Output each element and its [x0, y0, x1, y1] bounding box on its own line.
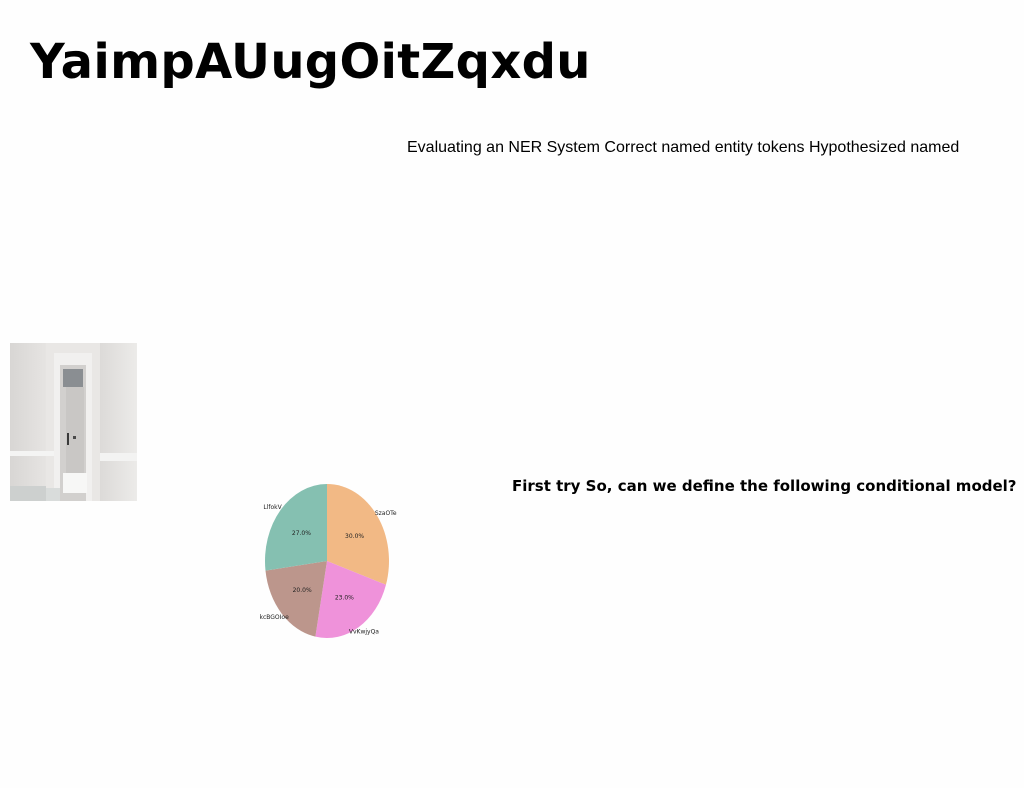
doorway-photo — [10, 343, 137, 501]
slide-title: YaimpAUugOitZqxdu — [30, 34, 591, 90]
pie-category-label: kcBGOIoe — [259, 614, 289, 621]
pie-chart: 30.0% SzaOTe 23.0% VvKwjyQa 20.0% kcBGOIoe 27.… — [259, 484, 397, 638]
pie-category-label: VvKwjyQa — [349, 628, 379, 635]
pie-percent-label: 30.0% — [345, 533, 364, 540]
pie-category-label: LlfokV — [263, 504, 282, 511]
pie-percent-label: 20.0% — [293, 587, 312, 594]
pie-percent-label: 27.0% — [292, 530, 311, 537]
pie-slice-LlfokV — [265, 484, 327, 571]
body-text-ner: Evaluating an NER System Correct named e… — [407, 139, 960, 156]
doorway-photo-icon — [10, 343, 137, 501]
pie-percent-label: 23.0% — [335, 594, 354, 601]
body-text-conditional-model: First try So, can we define the followin… — [512, 477, 1017, 495]
pie-category-label: SzaOTe — [375, 510, 397, 517]
